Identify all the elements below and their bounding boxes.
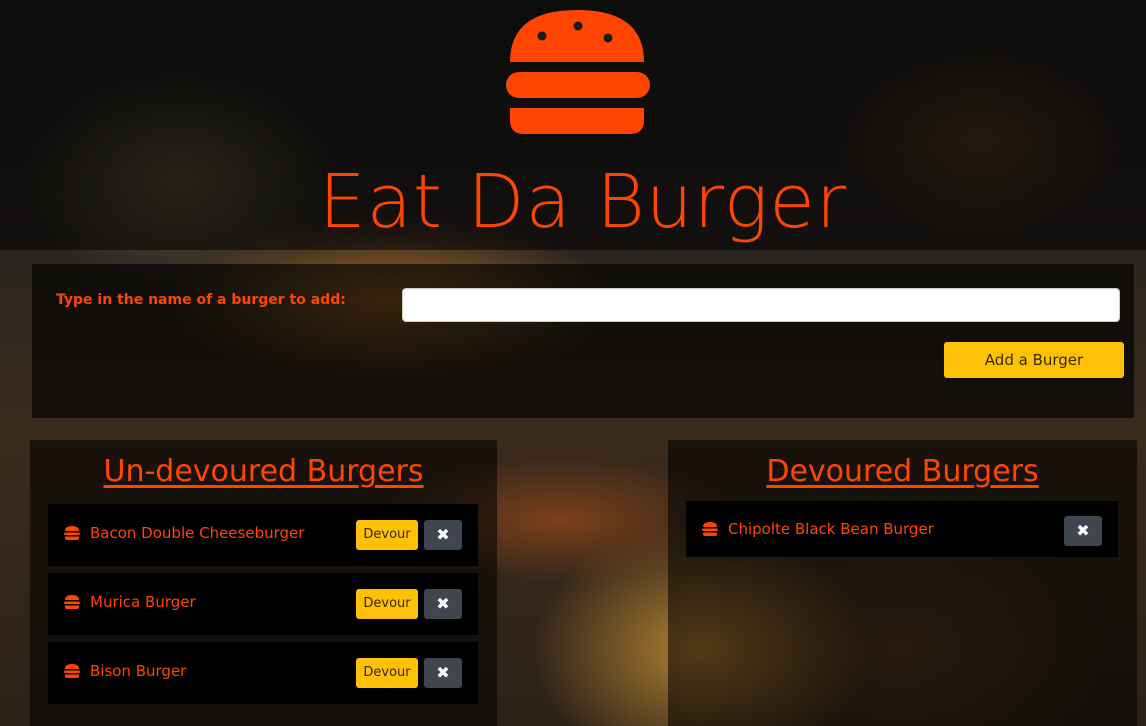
delete-button[interactable]: ✖ <box>1064 516 1102 546</box>
list-item: Murica Burger Devour ✖ <box>48 573 478 635</box>
list-item: Bison Burger Devour ✖ <box>48 642 478 704</box>
undevoured-panel: Un-devoured Burgers Bacon Double Cheeseb… <box>30 440 497 726</box>
burger-name: Murica Burger <box>90 593 196 611</box>
burger-icon <box>64 526 80 540</box>
devour-button[interactable]: Devour <box>356 658 418 688</box>
add-burger-button[interactable]: Add a Burger <box>944 342 1124 378</box>
list-item: Bacon Double Cheeseburger Devour ✖ <box>48 504 478 566</box>
burger-name-label: Type in the name of a burger to add: <box>56 292 346 308</box>
burger-name: Bison Burger <box>90 662 187 680</box>
page-title: Eat Da Burger <box>318 159 848 245</box>
burger-name: Bacon Double Cheeseburger <box>90 524 305 542</box>
devoured-panel: Devoured Burgers Chipolte Black Bean Bur… <box>668 440 1137 726</box>
list-item: Chipolte Black Bean Burger ✖ <box>686 501 1118 557</box>
delete-button[interactable]: ✖ <box>424 589 462 619</box>
burger-logo-icon <box>506 10 650 134</box>
delete-button[interactable]: ✖ <box>424 520 462 550</box>
burger-name-input[interactable] <box>402 288 1120 322</box>
devour-button[interactable]: Devour <box>356 520 418 550</box>
delete-button[interactable]: ✖ <box>424 658 462 688</box>
burger-name: Chipolte Black Bean Burger <box>728 520 934 538</box>
devoured-heading: Devoured Burgers <box>766 454 1039 489</box>
burger-icon <box>64 595 80 609</box>
burger-icon <box>702 522 718 536</box>
devour-button[interactable]: Devour <box>356 589 418 619</box>
add-burger-form: Type in the name of a burger to add: Add… <box>32 264 1134 418</box>
undevoured-heading: Un-devoured Burgers <box>103 454 424 489</box>
burger-icon <box>64 664 80 678</box>
